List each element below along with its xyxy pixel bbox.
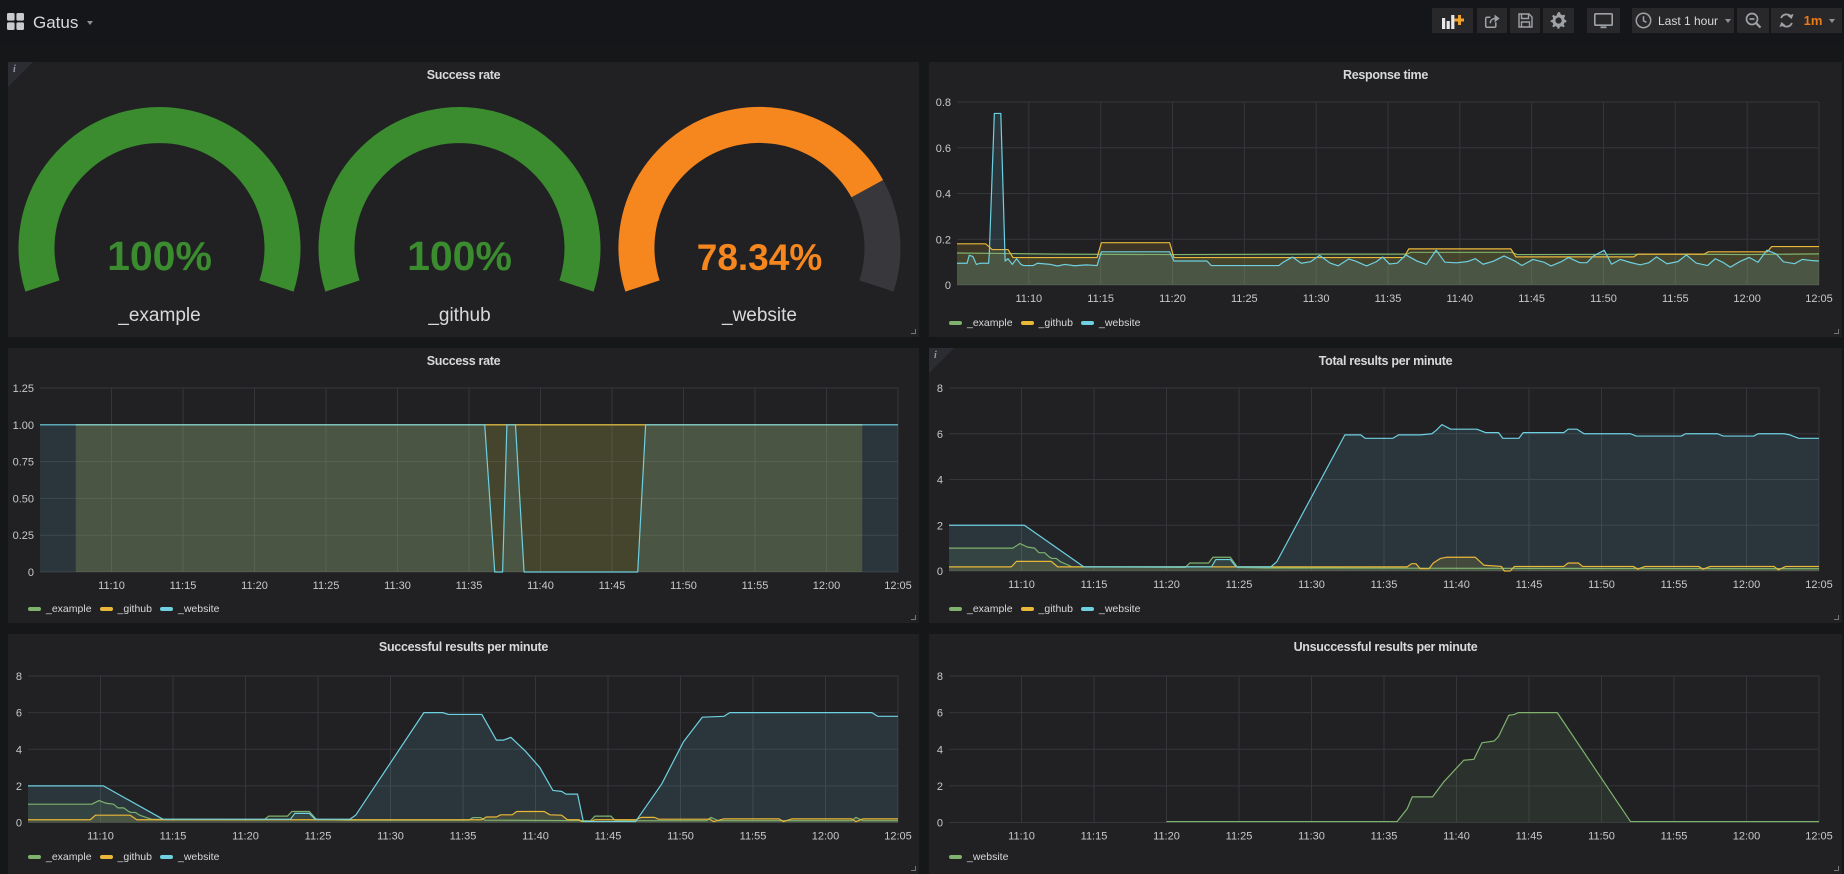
svg-text:1.25: 1.25 bbox=[13, 383, 34, 395]
svg-text:4: 4 bbox=[16, 744, 22, 756]
svg-text:_website: _website bbox=[721, 305, 797, 326]
svg-text:11:45: 11:45 bbox=[595, 831, 622, 843]
svg-text:11:40: 11:40 bbox=[522, 831, 549, 843]
svg-text:11:15: 11:15 bbox=[1081, 831, 1108, 843]
svg-text:0.4: 0.4 bbox=[936, 189, 951, 201]
svg-text:11:55: 11:55 bbox=[742, 580, 769, 592]
svg-text:11:10: 11:10 bbox=[1015, 293, 1042, 305]
svg-text:11:30: 11:30 bbox=[1298, 831, 1325, 843]
svg-text:11:50: 11:50 bbox=[667, 831, 694, 843]
svg-text:11:50: 11:50 bbox=[1588, 579, 1615, 591]
svg-text:11:40: 11:40 bbox=[1443, 579, 1470, 591]
svg-text:11:10: 11:10 bbox=[1008, 831, 1035, 843]
svg-text:11:30: 11:30 bbox=[1298, 579, 1325, 591]
svg-text:11:50: 11:50 bbox=[1588, 831, 1615, 843]
svg-text:0.6: 0.6 bbox=[936, 143, 951, 155]
svg-text:0.2: 0.2 bbox=[936, 234, 951, 246]
svg-text:6: 6 bbox=[937, 429, 943, 441]
svg-text:11:20: 11:20 bbox=[1159, 293, 1186, 305]
svg-text:12:05: 12:05 bbox=[884, 831, 912, 843]
svg-text:11:30: 11:30 bbox=[384, 580, 411, 592]
svg-text:11:40: 11:40 bbox=[1443, 831, 1470, 843]
svg-text:8: 8 bbox=[937, 671, 943, 683]
svg-text:2: 2 bbox=[937, 781, 943, 793]
svg-text:11:35: 11:35 bbox=[456, 580, 483, 592]
svg-text:11:20: 11:20 bbox=[1153, 831, 1180, 843]
svg-text:11:35: 11:35 bbox=[1371, 579, 1398, 591]
svg-text:0.8: 0.8 bbox=[936, 97, 951, 109]
svg-text:0: 0 bbox=[945, 280, 951, 292]
svg-text:12:05: 12:05 bbox=[1805, 831, 1833, 843]
svg-text:0: 0 bbox=[28, 567, 34, 579]
svg-text:78.34%: 78.34% bbox=[697, 237, 823, 278]
svg-text:12:00: 12:00 bbox=[813, 580, 841, 592]
svg-text:4: 4 bbox=[937, 475, 943, 487]
svg-text:4: 4 bbox=[937, 744, 943, 756]
svg-text:11:45: 11:45 bbox=[1516, 579, 1543, 591]
svg-text:100%: 100% bbox=[407, 233, 512, 279]
svg-text:11:45: 11:45 bbox=[599, 580, 626, 592]
svg-text:6: 6 bbox=[16, 708, 22, 720]
svg-text:0.25: 0.25 bbox=[13, 530, 34, 542]
svg-text:11:50: 11:50 bbox=[670, 580, 697, 592]
svg-text:11:40: 11:40 bbox=[1446, 293, 1473, 305]
svg-text:11:25: 11:25 bbox=[313, 580, 340, 592]
svg-text:_example: _example bbox=[117, 305, 200, 326]
svg-text:11:10: 11:10 bbox=[87, 831, 114, 843]
svg-text:11:45: 11:45 bbox=[1518, 293, 1545, 305]
svg-text:1.00: 1.00 bbox=[13, 420, 34, 432]
svg-text:0.50: 0.50 bbox=[13, 493, 34, 505]
svg-text:11:10: 11:10 bbox=[98, 580, 125, 592]
svg-text:11:55: 11:55 bbox=[740, 831, 767, 843]
svg-text:12:00: 12:00 bbox=[812, 831, 840, 843]
svg-text:11:45: 11:45 bbox=[1516, 831, 1543, 843]
svg-text:11:15: 11:15 bbox=[160, 831, 187, 843]
svg-text:0: 0 bbox=[937, 818, 943, 830]
svg-text:12:00: 12:00 bbox=[1733, 831, 1761, 843]
svg-text:11:15: 11:15 bbox=[1081, 579, 1108, 591]
svg-text:8: 8 bbox=[937, 383, 943, 395]
svg-text:2: 2 bbox=[16, 781, 22, 793]
svg-text:11:40: 11:40 bbox=[527, 580, 554, 592]
svg-text:11:50: 11:50 bbox=[1590, 293, 1617, 305]
svg-text:2: 2 bbox=[937, 520, 943, 532]
svg-text:11:30: 11:30 bbox=[377, 831, 404, 843]
svg-text:12:00: 12:00 bbox=[1733, 293, 1761, 305]
svg-text:11:35: 11:35 bbox=[450, 831, 477, 843]
svg-text:0: 0 bbox=[937, 566, 943, 578]
svg-text:11:25: 11:25 bbox=[1231, 293, 1258, 305]
svg-text:11:15: 11:15 bbox=[1087, 293, 1114, 305]
svg-text:11:20: 11:20 bbox=[232, 831, 259, 843]
svg-text:11:35: 11:35 bbox=[1371, 831, 1398, 843]
svg-text:0: 0 bbox=[16, 818, 22, 830]
svg-text:8: 8 bbox=[16, 671, 22, 683]
svg-text:100%: 100% bbox=[107, 233, 212, 279]
svg-text:_github: _github bbox=[427, 305, 490, 326]
svg-text:11:55: 11:55 bbox=[1661, 579, 1688, 591]
svg-text:0.75: 0.75 bbox=[13, 457, 34, 469]
svg-text:11:10: 11:10 bbox=[1008, 579, 1035, 591]
svg-text:11:25: 11:25 bbox=[305, 831, 332, 843]
svg-text:11:15: 11:15 bbox=[170, 580, 197, 592]
svg-text:12:05: 12:05 bbox=[884, 580, 912, 592]
svg-text:11:20: 11:20 bbox=[241, 580, 268, 592]
svg-text:12:05: 12:05 bbox=[1805, 293, 1833, 305]
svg-text:11:20: 11:20 bbox=[1153, 579, 1180, 591]
svg-text:11:55: 11:55 bbox=[1662, 293, 1689, 305]
svg-text:12:00: 12:00 bbox=[1733, 579, 1761, 591]
svg-text:11:25: 11:25 bbox=[1226, 579, 1253, 591]
svg-text:6: 6 bbox=[937, 708, 943, 720]
svg-text:11:25: 11:25 bbox=[1226, 831, 1253, 843]
svg-text:11:55: 11:55 bbox=[1661, 831, 1688, 843]
svg-text:11:35: 11:35 bbox=[1375, 293, 1402, 305]
svg-text:11:30: 11:30 bbox=[1303, 293, 1330, 305]
svg-text:12:05: 12:05 bbox=[1805, 579, 1833, 591]
